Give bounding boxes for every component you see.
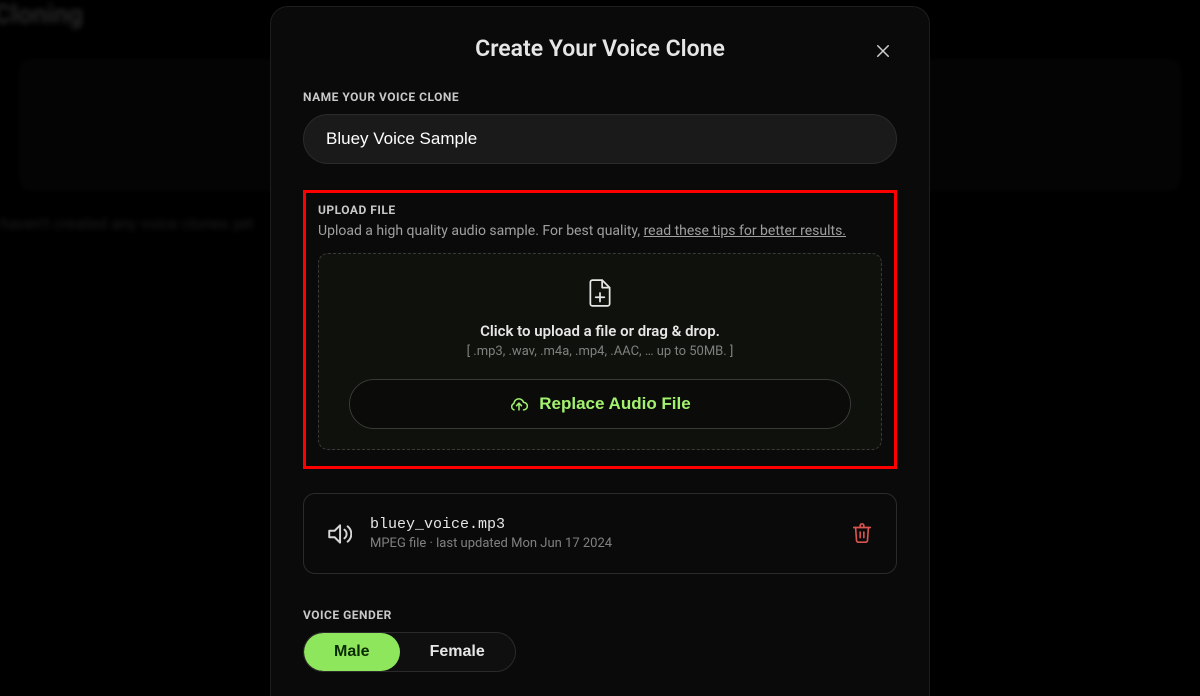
upload-dropzone[interactable]: Click to upload a file or drag & drop. […	[318, 253, 882, 450]
replace-audio-label: Replace Audio File	[539, 394, 690, 414]
dropzone-formats: [ .mp3, .wav, .m4a, .mp4, .AAC, … up to …	[339, 344, 861, 359]
file-info: bluey_voice.mp3 MPEG file · last updated…	[370, 516, 832, 551]
trash-icon	[851, 522, 873, 544]
modal-title: Create Your Voice Clone	[475, 35, 725, 62]
gender-segmented-control: Male Female	[303, 632, 516, 672]
modal-header: Create Your Voice Clone	[303, 35, 897, 62]
cloud-upload-icon	[509, 394, 529, 414]
upload-label: UPLOAD FILE	[318, 203, 882, 217]
upload-subtext: Upload a high quality audio sample. For …	[318, 223, 882, 239]
name-label: NAME YOUR VOICE CLONE	[303, 90, 897, 104]
upload-subtext-prefix: Upload a high quality audio sample. For …	[318, 223, 644, 239]
gender-option-male[interactable]: Male	[304, 633, 400, 671]
close-icon	[874, 42, 892, 60]
audio-icon	[326, 521, 352, 547]
dropzone-title: Click to upload a file or drag & drop.	[339, 322, 861, 340]
create-voice-clone-modal: Create Your Voice Clone NAME YOUR VOICE …	[270, 6, 930, 696]
upload-section-highlight: UPLOAD FILE Upload a high quality audio …	[303, 190, 897, 469]
close-button[interactable]	[869, 37, 897, 65]
replace-audio-button[interactable]: Replace Audio File	[349, 379, 850, 429]
file-add-icon	[587, 278, 613, 308]
file-meta: MPEG file · last updated Mon Jun 17 2024	[370, 536, 832, 551]
delete-file-button[interactable]	[850, 522, 874, 546]
file-name: bluey_voice.mp3	[370, 516, 832, 533]
gender-label: VOICE GENDER	[303, 608, 897, 622]
gender-option-female[interactable]: Female	[400, 633, 515, 671]
voice-clone-name-input[interactable]	[303, 114, 897, 164]
uploaded-file-card: bluey_voice.mp3 MPEG file · last updated…	[303, 493, 897, 574]
upload-tips-link[interactable]: read these tips for better results.	[644, 223, 846, 239]
